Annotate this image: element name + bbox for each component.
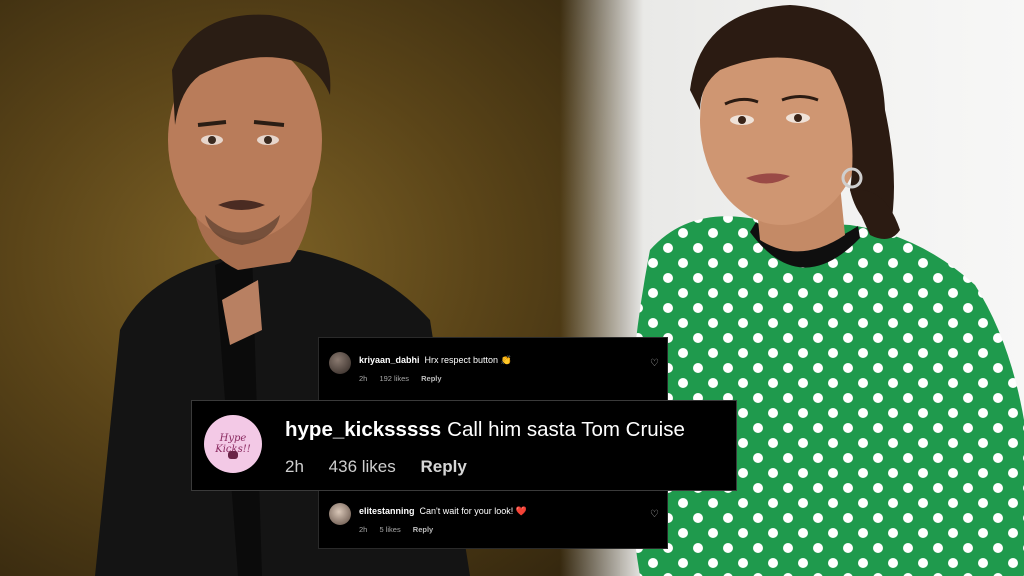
comment-card-bottom: elitestanning Can't wait for your look! ❤… — [318, 488, 668, 549]
comment-username[interactable]: elitestanning — [359, 506, 415, 516]
heart-outline-icon[interactable]: ♡ — [650, 509, 659, 520]
comment-time: 2h — [359, 374, 368, 383]
comment-text: Call him sasta Tom Cruise — [447, 418, 685, 441]
reply-button[interactable]: Reply — [421, 374, 441, 383]
reply-button[interactable]: Reply — [413, 525, 433, 534]
heart-emoji-icon: ❤️ — [515, 506, 528, 516]
comment-time: 2h — [285, 457, 304, 476]
comment-meta: 2h 436 likes Reply — [285, 457, 487, 477]
comment-likes[interactable]: 436 likes — [329, 457, 396, 476]
comment-username[interactable]: kriyaan_dabhi — [359, 355, 420, 365]
comment-time: 2h — [359, 525, 368, 534]
comment-line: elitestanning Can't wait for your look! ❤… — [359, 506, 527, 517]
sneaker-icon — [228, 451, 238, 459]
clap-emoji-icon: 👏 — [500, 355, 512, 365]
reply-button[interactable]: Reply — [421, 457, 467, 476]
heart-outline-icon[interactable]: ♡ — [650, 358, 659, 369]
comment-line: kriyaan_dabhi Hrx respect button 👏 — [359, 355, 512, 366]
comment-meta: 2h 5 likes Reply — [359, 525, 443, 534]
photo-collage: kriyaan_dabhi Hrx respect button 👏 2h 192… — [0, 0, 1024, 576]
comment-text: Hrx respect button — [424, 355, 499, 365]
comment-card-top: kriyaan_dabhi Hrx respect button 👏 2h 192… — [318, 337, 668, 401]
comment-likes[interactable]: 192 likes — [379, 374, 409, 383]
comment-username[interactable]: hype_kicksssss — [285, 418, 441, 441]
comment-card-featured: Hype Kicks!! hype_kicksssss Call him sast… — [191, 400, 737, 491]
comment-text: Can't wait for your look! — [419, 506, 514, 516]
comment-meta: 2h 192 likes Reply — [359, 374, 452, 383]
avatar[interactable] — [329, 503, 351, 525]
comment-line: hype_kicksssss Call him sasta Tom Cruise — [285, 418, 685, 442]
comment-likes[interactable]: 5 likes — [379, 525, 400, 534]
avatar[interactable]: Hype Kicks!! — [204, 415, 262, 473]
avatar[interactable] — [329, 352, 351, 374]
